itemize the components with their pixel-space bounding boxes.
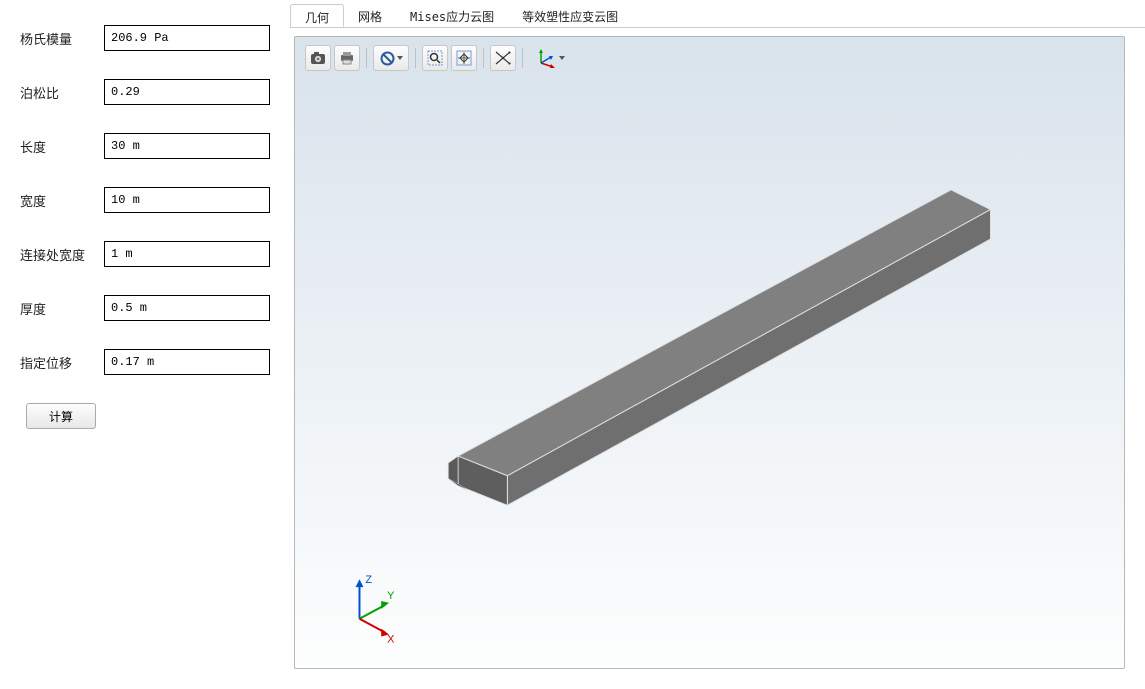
model-render: Z Y X [295,37,1124,668]
toolbar-separator [483,48,484,68]
main-panel: 几何 网格 Mises应力云图 等效塑性应变云图 [290,0,1145,689]
parameters-sidebar: 杨氏模量 泊松比 长度 宽度 连接处宽度 厚度 指定位移 计算 [0,0,290,689]
input-youngs-modulus[interactable] [104,25,270,51]
input-width[interactable] [104,187,270,213]
camera-icon [310,51,326,65]
axes-triad-icon [535,47,557,69]
label-youngs-modulus: 杨氏模量 [20,29,104,48]
input-thickness[interactable] [104,295,270,321]
toolbar-separator [522,48,523,68]
label-length: 长度 [20,137,104,156]
tab-mesh[interactable]: 网格 [344,4,396,27]
field-thickness: 厚度 [20,295,270,321]
axis-z-label: Z [365,574,372,586]
axis-x-label: X [387,633,394,645]
label-poisson-ratio: 泊松比 [20,83,104,102]
chevron-down-icon [397,56,403,60]
fit-icon [456,50,472,66]
rotate-view-button[interactable] [490,45,516,71]
print-icon [339,51,355,65]
camera-button[interactable] [305,45,331,71]
magnifier-icon [427,50,443,66]
chevron-down-icon [559,56,565,60]
field-displacement: 指定位移 [20,349,270,375]
compute-button[interactable]: 计算 [26,403,96,429]
viewport-toolbar [305,45,565,71]
axes-dropdown-button[interactable] [535,47,565,69]
label-width: 宽度 [20,191,104,210]
input-joint-width[interactable] [104,241,270,267]
app-container: 杨氏模量 泊松比 长度 宽度 连接处宽度 厚度 指定位移 计算 [0,0,1145,689]
deny-dropdown-button[interactable] [373,45,409,71]
toolbar-separator [366,48,367,68]
rotate-icon [494,50,512,66]
input-poisson-ratio[interactable] [104,79,270,105]
tab-mises[interactable]: Mises应力云图 [396,4,508,27]
axis-y-label: Y [387,590,394,602]
tab-geometry[interactable]: 几何 [290,4,344,27]
input-displacement[interactable] [104,349,270,375]
label-thickness: 厚度 [20,299,104,318]
field-length: 长度 [20,133,270,159]
zoom-window-button[interactable] [422,45,448,71]
tab-bar: 几何 网格 Mises应力云图 等效塑性应变云图 [290,4,1145,28]
no-entry-icon [380,51,395,66]
print-button[interactable] [334,45,360,71]
field-youngs-modulus: 杨氏模量 [20,25,270,51]
field-poisson-ratio: 泊松比 [20,79,270,105]
input-length[interactable] [104,133,270,159]
label-displacement: 指定位移 [20,353,104,372]
field-width: 宽度 [20,187,270,213]
toolbar-separator [415,48,416,68]
viewport-3d[interactable]: Z Y X [294,36,1125,669]
field-joint-width: 连接处宽度 [20,241,270,267]
fit-view-button[interactable] [451,45,477,71]
tab-peeq[interactable]: 等效塑性应变云图 [508,4,632,27]
label-joint-width: 连接处宽度 [20,245,104,264]
